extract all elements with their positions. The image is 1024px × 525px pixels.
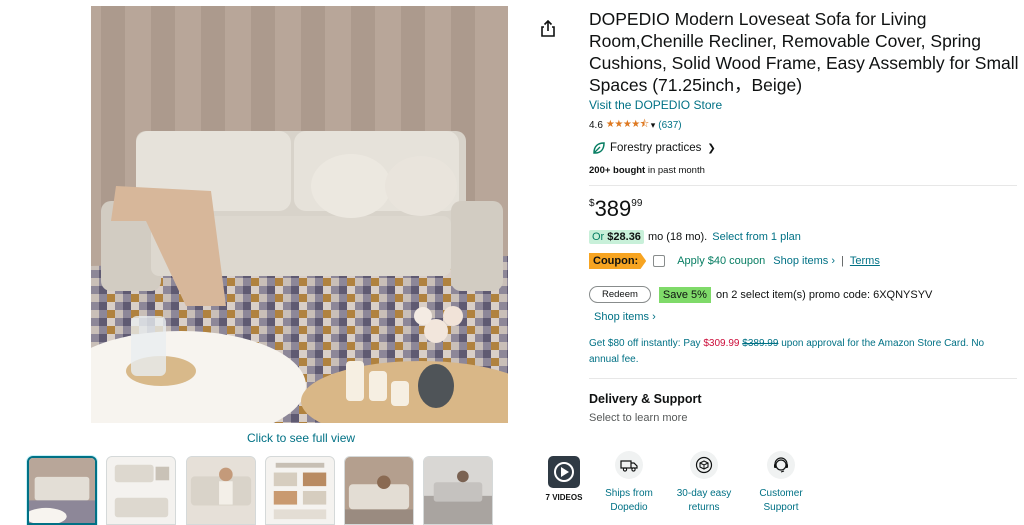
promo-shop-items-link[interactable]: Shop items › — [594, 311, 656, 323]
card-offer-new-price: $309.99 — [703, 338, 740, 349]
store-link[interactable]: Visit the DOPEDIO Store — [589, 98, 722, 112]
price-symbol: $ — [589, 198, 595, 209]
bought-rest: in past month — [645, 165, 705, 176]
price-whole: 389 — [594, 196, 632, 221]
financing-row: Or $28.36 mo (18 mo). Select from 1 plan — [589, 230, 1019, 244]
select-plan-link[interactable]: Select from 1 plan — [712, 231, 801, 243]
separator: | — [841, 255, 844, 267]
thumbnail-4[interactable] — [265, 456, 335, 525]
chevron-down-icon: ❯ — [707, 142, 716, 154]
truck-icon — [615, 451, 643, 479]
leaf-icon — [593, 142, 605, 154]
thumbnail-1[interactable] — [27, 456, 97, 525]
headset-icon — [767, 451, 795, 479]
ships-from-label: Ships from Dopedio — [605, 488, 653, 513]
promo-text: on 2 select item(s) promo code: 6XQNYSYV — [715, 288, 933, 301]
thumbnail-3[interactable] — [186, 456, 256, 525]
full-view-link[interactable]: Click to see full view — [247, 431, 355, 445]
thumbnail-2[interactable] — [106, 456, 176, 525]
bought-bold: 200+ bought — [589, 165, 646, 176]
promo-row: Redeem Save 5% on 2 select item(s) promo… — [589, 285, 1019, 304]
price: $38999 — [589, 196, 1019, 222]
card-offer-old-price: $389.99 — [742, 338, 779, 349]
forestry-practices-dropdown[interactable]: Forestry practices ❯ — [589, 141, 1019, 155]
card-offer-prefix: Get $80 off instantly: Pay — [589, 338, 704, 349]
delivery-title: Delivery & Support — [589, 392, 702, 406]
main-product-image[interactable] — [91, 6, 508, 423]
rating-row: 4.6 ★★★★⯪ ▾ (637) — [589, 118, 1019, 132]
returns-box-icon — [690, 451, 718, 479]
play-icon — [548, 456, 580, 488]
coupon-badge: Coupon: — [589, 253, 647, 269]
video-thumbnail[interactable]: 7 VIDEOS — [521, 456, 607, 516]
forestry-label: Forestry practices — [610, 142, 702, 154]
terms-link[interactable]: Terms — [850, 255, 880, 267]
thumbnail-6[interactable] — [423, 456, 493, 525]
divider — [589, 378, 1017, 379]
price-fraction: 99 — [631, 198, 643, 209]
customer-support-item[interactable]: Customer Support — [748, 451, 814, 515]
apply-coupon-text[interactable]: Apply $40 coupon — [677, 255, 765, 267]
financing-or: Or — [592, 231, 608, 243]
delivery-subtitle: Select to learn more — [589, 412, 688, 424]
returns-label: 30-day easy returns — [676, 488, 732, 513]
product-title: DOPEDIO Modern Loveseat Sofa for Living … — [589, 9, 1019, 95]
returns-item[interactable]: 30-day easy returns — [671, 451, 737, 515]
save-badge: Save 5% — [658, 286, 711, 303]
share-icon[interactable] — [540, 19, 556, 38]
financing-amount: $28.36 — [607, 231, 641, 243]
rating-count-link[interactable]: (637) — [658, 120, 681, 131]
coupon-row: Coupon: Apply $40 coupon Shop items › | … — [589, 252, 1019, 270]
chevron-down-icon[interactable]: ▾ — [651, 120, 656, 131]
video-count-label: 7 VIDEOS — [545, 493, 583, 502]
customer-support-label: Customer Support — [759, 488, 803, 513]
product-details: DOPEDIO Modern Loveseat Sofa for Living … — [589, 8, 1019, 424]
financing-term: mo (18 mo). — [647, 231, 708, 243]
thumbnail-5[interactable] — [344, 456, 414, 525]
divider — [589, 185, 1017, 186]
ships-from-item[interactable]: Ships from Dopedio — [596, 451, 662, 515]
star-rating-icon[interactable]: ★★★★⯪ — [606, 117, 649, 134]
coupon-checkbox[interactable] — [653, 255, 666, 267]
delivery-support-icons: Ships from Dopedio 30-day easy returns C… — [596, 451, 826, 521]
store-card-offer[interactable]: Get $80 off instantly: Pay $309.99 $389.… — [589, 336, 1014, 368]
rating-value: 4.6 — [589, 119, 603, 131]
financing-pill: Or $28.36 — [589, 230, 644, 244]
coupon-shop-items-link[interactable]: Shop items › — [773, 255, 835, 267]
redeem-button[interactable]: Redeem — [589, 286, 651, 303]
bought-count: 200+ bought in past month — [589, 165, 1019, 176]
